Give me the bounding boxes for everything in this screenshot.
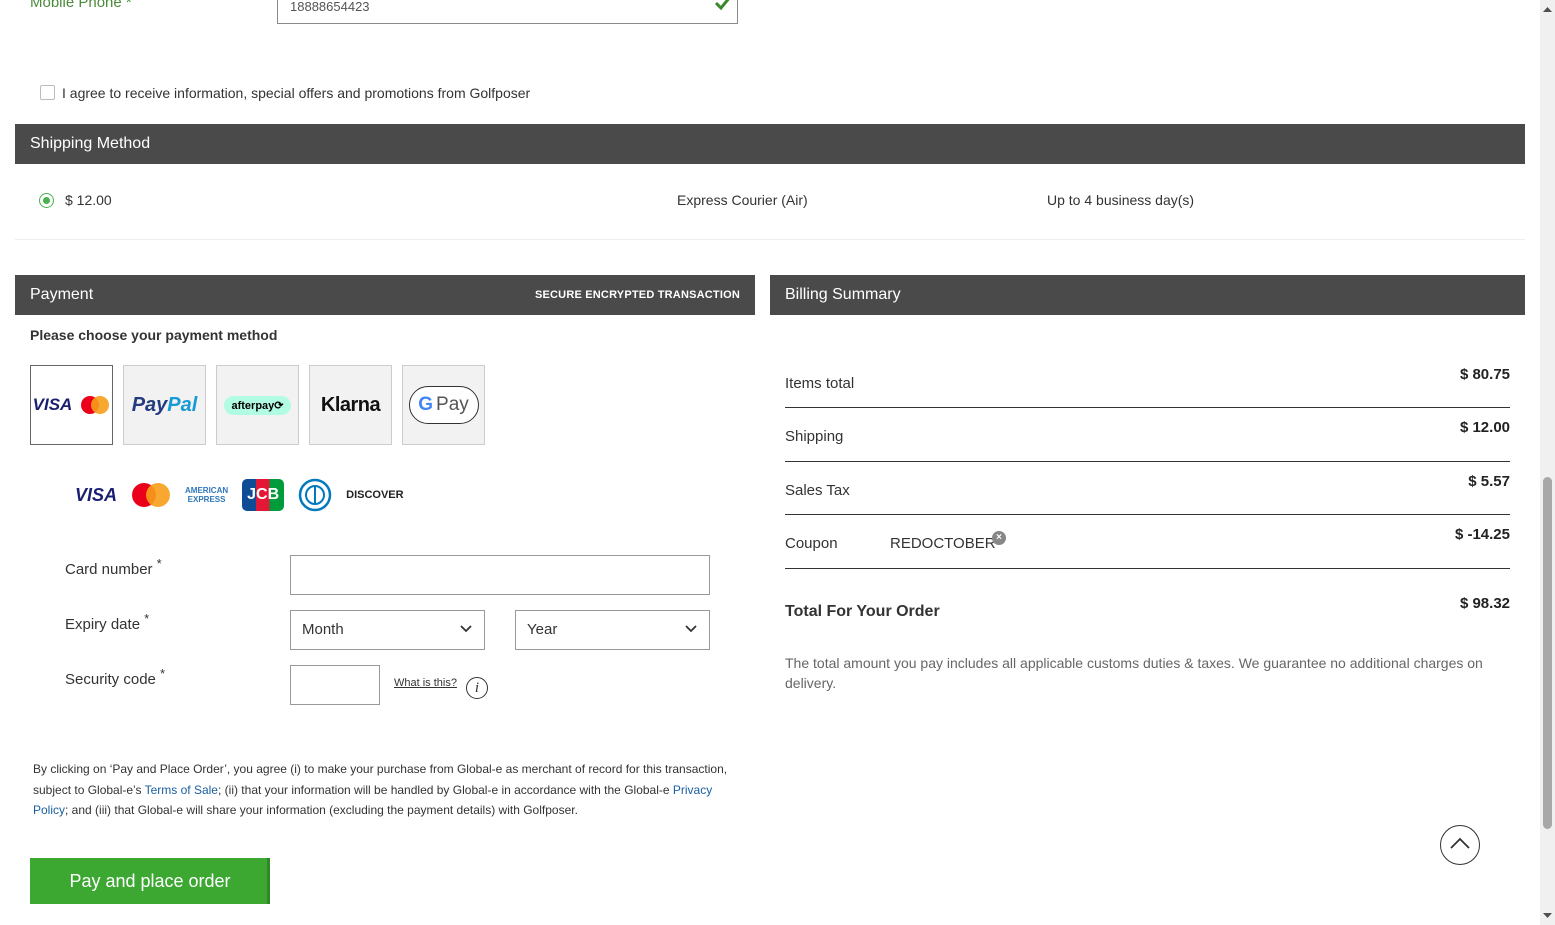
google-g-icon: G [418,394,434,415]
klarna-icon: Klarna [320,393,381,416]
pay-and-place-order-button[interactable]: Pay and place order [30,858,270,904]
info-icon[interactable]: i [466,677,488,699]
expiry-year-select[interactable]: Year [515,610,710,650]
billing-divider [785,461,1510,462]
shipping-value: $ 12.00 [1459,419,1510,436]
mastercard-logo-icon [132,483,171,507]
billing-divider [785,568,1510,569]
security-code-input[interactable] [290,665,380,705]
amex-logo-icon: AMERICAN EXPRESS [185,486,228,504]
payment-method-google-pay[interactable]: G Pay [402,365,485,445]
diners-club-logo-icon [298,478,332,512]
payment-method-card[interactable]: VISA [30,365,113,445]
payment-method-paypal[interactable]: PayPal [123,365,206,445]
month-select-value: Month [302,621,344,638]
shipping-option-eta: Up to 4 business day(s) [1047,192,1195,208]
required-mark: * [160,667,165,681]
scroll-down-arrow-icon[interactable] [1542,911,1553,921]
customs-duties-note: The total amount you pay includes all ap… [785,655,1483,691]
google-pay-icon: G Pay [408,386,479,424]
card-number-label: Card number * [65,557,162,578]
card-number-input[interactable] [290,555,710,595]
choose-payment-label: Please choose your payment method [30,327,278,343]
legal-part2: ; (ii) that your information will be han… [217,782,673,797]
expiry-date-label-text: Expiry date [65,616,141,633]
card-number-label-text: Card number [65,561,153,578]
chevron-down-icon [460,625,472,633]
legal-disclaimer: By clicking on ‘Pay and Place Order’, yo… [33,759,748,821]
scroll-up-arrow-icon[interactable] [1542,4,1553,14]
shipping-option-method: Express Courier (Air) [677,192,808,208]
jcb-logo-icon: JCB [242,479,285,511]
items-total-value: $ 80.75 [1459,366,1510,383]
shipping-divider [15,239,1525,240]
visa-logo-icon: VISA [75,484,118,505]
jcb-text: JCB [247,486,280,503]
expiry-date-label: Expiry date * [65,612,149,633]
billing-summary-header: Billing Summary [770,275,1525,315]
mastercard-icon [81,396,110,414]
security-code-label-text: Security code [65,671,156,688]
scrollbar-thumb[interactable] [1543,477,1552,829]
promotions-checkbox[interactable] [40,85,55,100]
paypal-icon: PayPal [132,394,198,417]
shipping-method-header: Shipping Method [15,124,1525,164]
coupon-label: Coupon [785,535,838,552]
valid-check-icon [714,0,730,11]
sales-tax-value: $ 5.57 [1468,473,1510,490]
order-total-value: $ 98.32 [1459,595,1510,612]
mobile-phone-input[interactable]: 18888654423 [277,0,738,24]
security-code-label: Security code * [65,667,165,688]
payment-header: Payment SECURE ENCRYPTED TRANSACTION [15,275,755,315]
expiry-month-select[interactable]: Month [290,610,485,650]
required-mark: * [156,557,162,571]
chevron-up-icon [1450,837,1470,849]
chevron-down-icon [685,625,697,633]
coupon-value: $ -14.25 [1454,526,1510,543]
billing-divider [785,407,1510,408]
billing-divider [785,514,1510,515]
visa-icon: VISA [32,395,73,414]
shipping-option-price: $ 12.00 [65,192,112,208]
gpay-text: Pay [436,394,469,415]
legal-part3: ; and (iii) that Global-e will share you… [65,803,578,817]
year-select-value: Year [527,621,558,638]
remove-coupon-icon[interactable]: × [992,531,1006,545]
afterpay-icon: afterpay⟳ [224,395,291,415]
discover-logo-icon: DISCOVER [346,489,404,501]
secure-transaction-label: SECURE ENCRYPTED TRANSACTION [534,289,740,301]
amex-line2: EXPRESS [187,495,226,504]
paypal-icon-part-a: Pay [131,393,168,416]
payment-title: Payment [30,286,94,303]
coupon-code: REDOCTOBER [890,535,996,552]
shipping-option-radio[interactable] [39,193,54,208]
amex-line1: AMERICAN [185,486,229,495]
promotions-agree-label: I agree to receive information, special … [62,85,531,101]
billing-summary-title: Billing Summary [785,286,901,303]
order-total-label: Total For Your Order [785,603,940,620]
shipping-label: Shipping [785,428,844,445]
payment-method-klarna[interactable]: Klarna [309,365,392,445]
terms-of-sale-link[interactable]: Terms of Sale [145,783,218,797]
required-mark: * [144,612,150,626]
scroll-to-top-button[interactable] [1440,825,1480,865]
what-is-this-link[interactable]: What is this? [394,677,457,689]
items-total-label: Items total [785,375,855,392]
accepted-cards: VISA AMERICAN EXPRESS JCB DISCOVER [75,477,404,513]
payment-method-afterpay[interactable]: afterpay⟳ [216,365,299,445]
sales-tax-label: Sales Tax [785,482,850,499]
mobile-phone-label: Mobile Phone * [30,0,132,11]
shipping-method-title: Shipping Method [30,135,151,152]
paypal-icon-part-b: Pal [167,393,198,416]
